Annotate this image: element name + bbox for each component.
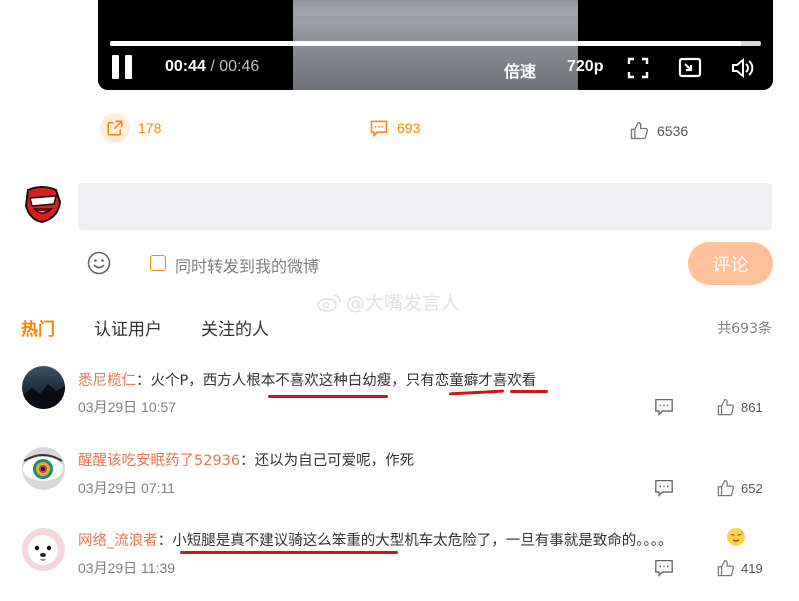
red-underline (180, 551, 398, 554)
thumbs-up-icon (717, 479, 735, 496)
red-underline (510, 390, 548, 393)
comment-like-count: 419 (741, 560, 763, 576)
comment-username[interactable]: 醒醒该吃安眠药了52936 (78, 453, 240, 469)
thumbs-up-icon (630, 121, 649, 140)
reply-icon[interactable] (654, 559, 674, 577)
comment-input[interactable] (78, 183, 772, 230)
forward-label: 同时转发到我的微博 (175, 257, 320, 276)
picture-in-picture-icon[interactable] (678, 56, 702, 80)
sweat-smile-emoji-icon (727, 528, 745, 546)
comment-line: 悉尼榄仁：火个P，西方人根本不喜欢这种白幼瘦，只有恋童癖才喜欢看 (78, 369, 536, 390)
thumbs-up-icon (717, 559, 735, 576)
avatar[interactable] (22, 447, 65, 490)
weibo-logo-icon (317, 293, 341, 312)
red-underline (268, 395, 388, 398)
comment-button[interactable]: 693 (369, 112, 420, 144)
repost-button[interactable]: 178 (100, 112, 161, 144)
speed-button[interactable]: 倍速 (504, 58, 536, 82)
comment-line: 醒醒该吃安眠药了52936：还以为自己可爱呢，作死 (78, 449, 414, 470)
repost-icon-bg (100, 113, 130, 143)
tab-verified[interactable]: 认证用户 (94, 315, 162, 340)
quality-button[interactable]: 720p (567, 58, 603, 76)
comment-like-button[interactable]: 861 (716, 397, 763, 417)
time-display: 00:44 / 00:46 (165, 58, 259, 76)
pause-icon[interactable] (111, 55, 133, 79)
thumbs-up-icon (717, 398, 735, 415)
progress-bar[interactable] (110, 41, 761, 46)
emoji-icon[interactable] (87, 251, 111, 275)
volume-icon[interactable] (730, 56, 754, 80)
reply-icon[interactable] (654, 398, 674, 416)
comment-line: 网络_流浪者：小短腿是真不建议骑这么笨重的大型机车太危险了，一旦有事就是致命的。… (78, 529, 673, 550)
comment-like-button[interactable]: 652 (716, 478, 763, 498)
avatar[interactable] (22, 366, 65, 409)
duration: 00:46 (219, 58, 260, 75)
avatar[interactable] (22, 528, 65, 571)
repost-icon (107, 120, 123, 136)
video-player[interactable]: 00:44 / 00:46 倍速 720p (98, 0, 773, 90)
progress-fill (110, 41, 742, 46)
time-separator: / (210, 58, 215, 75)
comment-username[interactable]: 网络_流浪者 (78, 533, 158, 549)
tab-hot[interactable]: 热门 (21, 315, 55, 340)
fullscreen-icon[interactable] (626, 56, 650, 80)
watermark-text: @大嘴发言人 (346, 292, 461, 314)
my-avatar[interactable] (22, 184, 62, 224)
watermark: @大嘴发言人 (316, 288, 460, 315)
like-button[interactable]: 6536 (629, 115, 688, 147)
comment-time: 03月29日 07:11 (78, 480, 176, 496)
comment-time: 03月29日 10:57 (78, 399, 177, 415)
comment-text: ：火个P，西方人根本不喜欢这种白幼瘦，只有恋童癖才喜欢看 (136, 373, 537, 389)
forward-checkbox[interactable] (150, 255, 166, 271)
total-count: 共693条 (717, 321, 772, 337)
tab-following[interactable]: 关注的人 (201, 315, 269, 340)
repost-count: 178 (138, 120, 162, 136)
current-time: 00:44 (165, 58, 206, 75)
comment-count: 693 (397, 120, 421, 136)
comment-like-count: 861 (741, 399, 763, 415)
like-count: 6536 (657, 123, 689, 139)
red-underline (448, 389, 505, 396)
comment-icon (370, 120, 388, 138)
comment-text: ：小短腿是真不建议骑这么笨重的大型机车太危险了，一旦有事就是致命的。。。。 (157, 533, 673, 549)
comment-text: ：还以为自己可爱呢，作死 (240, 453, 415, 469)
submit-comment-button[interactable]: 评论 (688, 242, 773, 285)
comment-username[interactable]: 悉尼榄仁 (78, 373, 136, 389)
reply-icon[interactable] (654, 479, 674, 497)
comment-time: 03月29日 11:39 (78, 560, 176, 576)
comment-like-button[interactable]: 419 (716, 558, 763, 578)
comment-like-count: 652 (741, 480, 763, 496)
